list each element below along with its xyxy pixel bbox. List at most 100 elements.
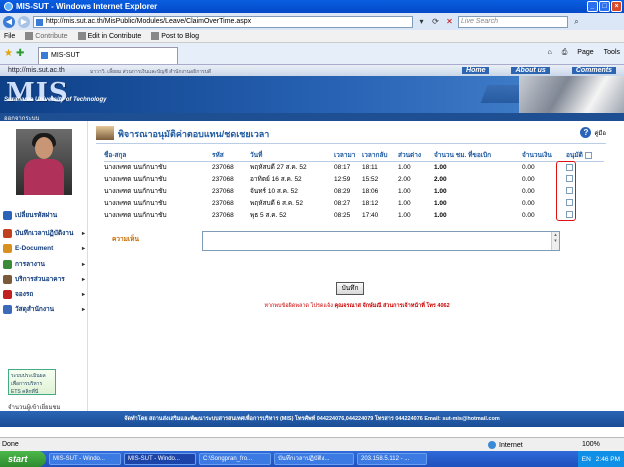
search-input[interactable]: Live Search xyxy=(458,15,568,28)
cell-time-out: 18:12 xyxy=(362,199,379,207)
chevron-right-icon: ▸ xyxy=(81,291,85,298)
cell-code: 237068 xyxy=(212,187,234,195)
key-icon xyxy=(3,210,12,220)
cell-code: 237068 xyxy=(212,211,234,219)
approve-selection-outline xyxy=(556,161,576,221)
sidebar-item-building-service[interactable]: บริการส่วนอาคาร ▸ xyxy=(3,273,87,285)
col-amount: จำนวนเงิน xyxy=(522,150,566,162)
status-text: Done xyxy=(2,441,19,448)
menu-bar: File Contribute Edit in Contribute Post … xyxy=(0,30,624,43)
remark-textarea[interactable]: ▴ ▾ xyxy=(202,231,560,251)
sidebar-item-e-document[interactable]: E-Document ▸ xyxy=(3,242,87,254)
nav-about-us[interactable]: About us xyxy=(511,67,550,74)
post-to-blog-button[interactable]: Post to Blog xyxy=(151,32,199,40)
cell-time-out: 15:52 xyxy=(362,175,379,183)
sidebar-item-work-time[interactable]: บันทึกเวลาปฏิบัติงาน ▸ xyxy=(3,227,87,239)
cell-time-in: 08:29 xyxy=(334,187,351,195)
page-icon xyxy=(36,18,43,26)
cell-code: 237068 xyxy=(212,175,234,183)
start-button[interactable]: start xyxy=(0,451,46,467)
taskbar-item[interactable]: C:\Songpran_fro... xyxy=(199,453,271,465)
ets-banner[interactable]: ระบบประเมินผล เพื่อการบริหาร ETS คลิกที่… xyxy=(8,369,56,395)
site-nav: Home About us Comments xyxy=(462,67,616,74)
people-icon xyxy=(96,126,114,140)
site-logo-subtitle: Suranaree University of Technology xyxy=(4,97,107,103)
contact-note: หากพบข้อผิดพลาด โปรดแจ้ง คุณจรณาส จักษ์ม… xyxy=(264,303,450,309)
col-code: รหัส xyxy=(212,150,250,162)
cell-hours: 1.00 xyxy=(434,163,447,171)
tab-mis-sut[interactable]: MIS-SUT xyxy=(38,47,178,64)
col-date: วันที่ xyxy=(250,150,334,162)
car-icon xyxy=(3,289,12,299)
home-icon[interactable]: ⌂ xyxy=(547,49,551,57)
cell-time-out: 17:40 xyxy=(362,211,379,219)
cell-code: 237068 xyxy=(212,199,234,207)
print-icon[interactable]: ⎙ xyxy=(562,49,568,57)
cell-diff: 1.00 xyxy=(398,187,411,195)
select-all-checkbox[interactable] xyxy=(584,152,592,160)
page-title: พิจารณาอนุมัติค่าตอบแทน/ชดเชยเวลา xyxy=(118,129,270,139)
cell-time-out: 18:11 xyxy=(362,163,378,171)
maximize-button[interactable]: □ xyxy=(599,1,610,12)
save-button[interactable]: บันทึก xyxy=(336,282,364,295)
chevron-right-icon: ▸ xyxy=(81,245,85,252)
sidebar-item-leave[interactable]: การลางาน ▸ xyxy=(3,258,87,270)
nav-home[interactable]: Home xyxy=(462,67,490,74)
banner-photo xyxy=(519,76,624,113)
help-icon: ? xyxy=(580,127,592,138)
url-input[interactable]: http://mis.sut.ac.th/MisPublic/Modules/L… xyxy=(33,15,413,28)
refresh-icon[interactable]: ⟳ xyxy=(430,16,441,27)
sidebar-item-car-booking[interactable]: จองรถ ▸ xyxy=(3,288,87,300)
cell-name: นางเพฑต นนกักนาชับ xyxy=(104,212,167,219)
taskbar-item[interactable]: 203.158.5.112 - ... xyxy=(357,453,427,465)
sidebar-item-change-password[interactable]: เปลี่ยนรหัสผ่าน xyxy=(3,209,87,221)
close-window-button[interactable]: × xyxy=(611,1,622,12)
cell-hours: 2.00 xyxy=(434,175,447,183)
menu-file[interactable]: File xyxy=(4,33,15,40)
cell-date: พฤหัสบดี 27 ส.ค. 52 xyxy=(250,164,307,172)
edit-in-contribute-button[interactable]: Edit in Contribute xyxy=(77,32,141,40)
chevron-right-icon: ▸ xyxy=(81,230,85,237)
minimize-button[interactable]: _ xyxy=(587,1,598,12)
search-icon[interactable]: ⌕ xyxy=(571,16,582,27)
main-content: พิจารณาอนุมัติค่าตอบแทน/ชดเชยเวลา ? คู่ม… xyxy=(92,121,620,411)
stop-icon[interactable]: ✕ xyxy=(444,16,455,27)
zoom-level[interactable]: 100% xyxy=(582,441,600,448)
overtime-table: ชื่อ-สกุล รหัส วันที่ เวลามา เวลากลับ ส่… xyxy=(104,150,604,221)
back-button[interactable]: ◀ xyxy=(3,15,15,28)
window-titlebar: MIS-SUT - Windows Internet Explorer _ □ … xyxy=(0,0,624,13)
help-link[interactable]: ? คู่มือ xyxy=(580,127,606,138)
forward-button[interactable]: ▶ xyxy=(18,15,30,28)
table-row: นางเพฑต นนกักนาชับ 237068 พฤหัสบดี 27 ส.… xyxy=(104,161,604,173)
remark-label: ความเห็น xyxy=(112,236,139,243)
language-indicator[interactable]: EN xyxy=(582,456,591,463)
favorites-star-icon[interactable]: ★ xyxy=(4,48,13,59)
cell-name: นางเพฑต นนกักนาชับ xyxy=(104,188,167,195)
textarea-scrollbar[interactable]: ▴ ▾ xyxy=(551,232,559,250)
cell-time-in: 08:27 xyxy=(334,199,351,207)
taskbar-item[interactable]: MIS-SUT - Windo... xyxy=(49,453,121,465)
page-menu[interactable]: Page xyxy=(577,49,593,57)
contribute-button[interactable]: Contribute xyxy=(25,32,68,40)
nav-comments[interactable]: Comments xyxy=(571,67,616,74)
site-logo: MIS xyxy=(6,78,69,108)
cell-time-in: 12:59 xyxy=(334,175,351,183)
table-row: นางเพฑต นนกักนาชับ 237068 พุธ 5 ส.ค. 52 … xyxy=(104,209,604,221)
cell-name: นางเพฑต นนกักนาชับ xyxy=(104,200,167,207)
tab-bar: ★ ✚ MIS-SUT ⌂ ⎙ Page Tools xyxy=(0,43,624,65)
cell-name: นางเพฑต นนกักนาชับ xyxy=(104,176,167,183)
tools-menu[interactable]: Tools xyxy=(604,49,620,57)
site-url-text: http://mis.sut.ac.th xyxy=(8,67,65,74)
sidebar-item-office-supplies[interactable]: วัสดุสำนักงาน ▸ xyxy=(3,303,87,315)
taskbar-item[interactable]: MIS-SUT - Windo... xyxy=(124,453,196,465)
add-favorite-icon[interactable]: ✚ xyxy=(16,48,24,59)
dropdown-icon[interactable]: ▾ xyxy=(416,16,427,27)
cell-date: อาทิตย์ 16 ส.ค. 52 xyxy=(250,176,302,183)
cell-hours: 1.00 xyxy=(434,199,447,207)
taskbar-item[interactable]: บันทึกเวลาปฏิบัติง... xyxy=(274,453,354,465)
site-banner: http://mis.sut.ac.th มาวาวิ. เลี้ยยม ส่ว… xyxy=(0,65,624,113)
status-bar: Done Internet 100% xyxy=(0,437,624,451)
blog-icon xyxy=(151,32,160,40)
col-name: ชื่อ-สกุล xyxy=(104,150,212,162)
cell-time-in: 08:25 xyxy=(334,211,351,219)
